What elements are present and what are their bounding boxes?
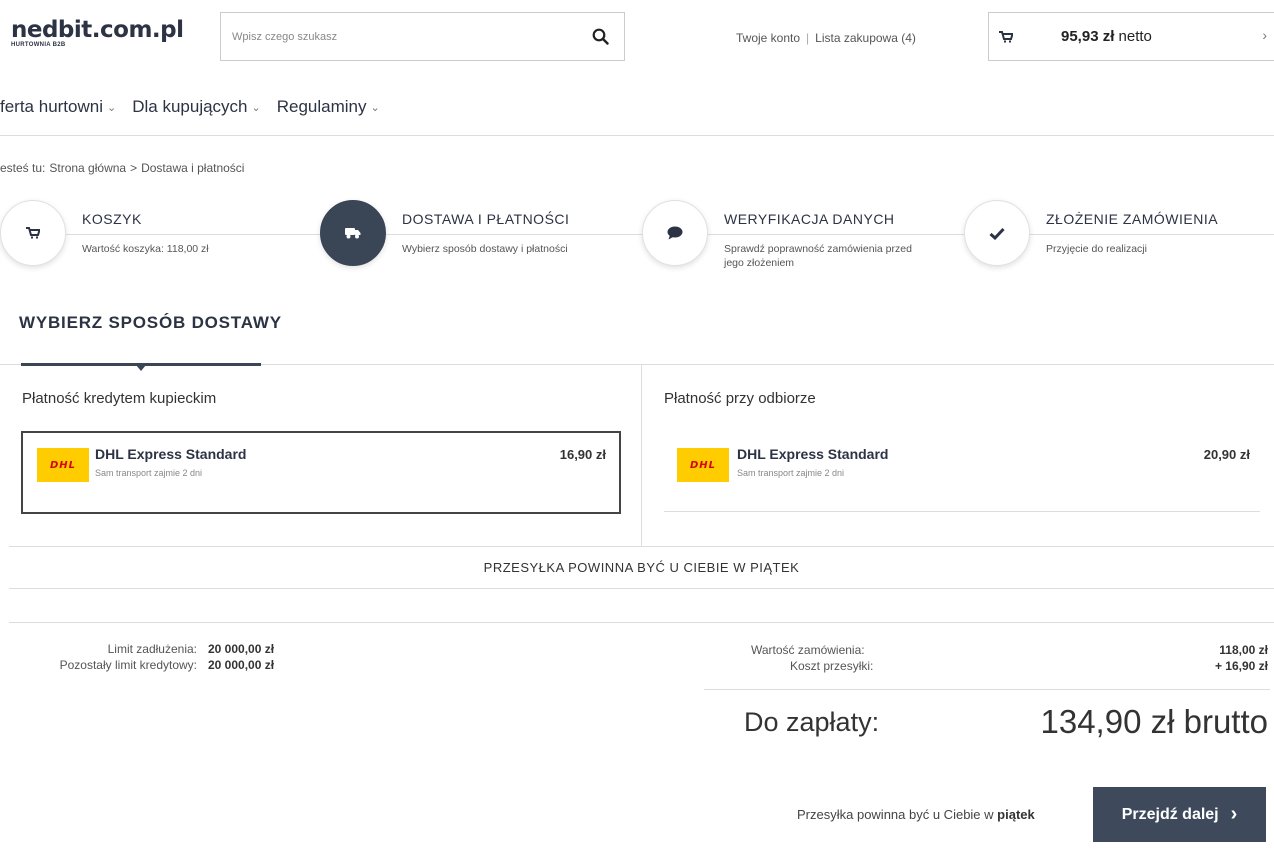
truck-icon	[345, 228, 361, 239]
limit-value: 20 000,00 zł	[208, 642, 275, 656]
logo-text: nedbit.com.pl	[11, 17, 184, 43]
dhl-logo-text: DHL	[49, 459, 77, 471]
breadcrumb-separator: >	[130, 161, 138, 175]
search-box	[220, 12, 625, 61]
step-description: Przyjęcie do realizacji	[1046, 243, 1147, 255]
step-description: Sprawdź poprawność zamówienia przed jego…	[724, 243, 912, 269]
limit-label: Pozostały limit kredytowy:	[59, 658, 197, 672]
chevron-down-icon: ⌄	[370, 101, 380, 114]
nav-item-buyers[interactable]: Dla kupujących ⌄	[132, 97, 261, 117]
delivery-option-time: Sam transport zajmie 2 dni	[737, 468, 845, 478]
nav-item-label: Regulaminy	[276, 97, 367, 116]
main-nav: ferta hurtowni ⌄ Dla kupujących ⌄ Regulami…	[0, 97, 380, 117]
total-label: Do zapłaty:	[744, 707, 880, 737]
delivery-option-price: 20,90 zł	[1203, 447, 1250, 462]
divider	[664, 511, 1260, 512]
delivery-option-time: Sam transport zajmie 2 dni	[95, 468, 203, 478]
delivery-option-selected[interactable]: DHL DHL Express Standard Sam transport z…	[21, 431, 621, 514]
cart-summary[interactable]: 95,93 zł netto ›	[988, 12, 1274, 61]
chevron-right-icon: ›	[1262, 27, 1267, 43]
section-title: WYBIERZ SPOSÓB DOSTAWY	[19, 313, 282, 332]
step-circle-active	[320, 200, 386, 266]
nav-item-regulations[interactable]: Regulaminy ⌄	[277, 97, 380, 117]
breadcrumb-prefix: esteś tu:	[0, 161, 46, 175]
dhl-logo-text: DHL	[689, 459, 717, 471]
cart-amount-suffix: netto	[1114, 28, 1152, 45]
cart-amount: 95,93 zł netto	[1061, 28, 1152, 45]
check-icon	[989, 227, 1005, 240]
delivery-note: Przesyłka powinna być u Ciebie w piątek	[797, 807, 1035, 822]
total-amount: 134,90 zł brutto	[1040, 703, 1269, 740]
limit-label: Limit zadłużenia:	[107, 642, 197, 656]
step-title: KOSZYK	[82, 211, 142, 227]
proceed-button[interactable]: Przejdź dalej ›	[1093, 787, 1266, 842]
tab-notch-icon	[136, 365, 146, 371]
shipping-cost: + 16,90 zł	[1214, 659, 1268, 673]
limit-row: Limit zadłużenia: 20 000,00 zł	[0, 642, 274, 658]
search-input[interactable]	[221, 13, 576, 60]
step-title: ZŁOŻENIE ZAMÓWIENIA	[1046, 211, 1219, 227]
step-circle	[964, 200, 1030, 266]
step-title: WERYFIKACJA DANYCH	[724, 211, 895, 227]
delivery-option-price: 16,90 zł	[559, 447, 606, 462]
delivery-option-name: DHL Express Standard	[95, 446, 247, 462]
breadcrumb-current: Dostawa i płatności	[141, 161, 245, 175]
site-logo[interactable]: nedbit.com.pl HURTOWNIA B2B	[11, 18, 184, 48]
chat-icon	[667, 226, 683, 240]
step-description: Wartość koszyka: 118,00 zł	[82, 243, 209, 255]
delivery-option-name: DHL Express Standard	[737, 446, 889, 462]
chevron-down-icon: ⌄	[107, 101, 117, 114]
dhl-logo: DHL	[37, 448, 89, 482]
top-links: Twoje konto | Lista zakupowa (4)	[736, 31, 916, 45]
credit-limits: Limit zadłużenia: 20 000,00 zł Pozostały …	[0, 642, 274, 674]
proceed-button-label: Przejdź dalej	[1121, 805, 1219, 823]
steps-connector	[0, 234, 1274, 235]
step-description: Wybierz sposób dostawy i płatności	[402, 243, 568, 255]
payment-method-cod[interactable]: Płatność przy odbiorze	[664, 390, 816, 407]
dhl-logo: DHL	[677, 448, 729, 482]
breadcrumb: esteś tu: Strona główna > Dostawa i płat…	[0, 161, 244, 175]
cart-icon	[26, 227, 40, 239]
search-button[interactable]	[576, 13, 624, 60]
step-circle	[0, 200, 66, 266]
order-value-label: Wartość zamówienia:	[751, 643, 865, 657]
shopping-list-link[interactable]: Lista zakupowa (4)	[815, 31, 916, 45]
limit-value: 20 000,00 zł	[208, 658, 275, 672]
chevron-down-icon: ⌄	[251, 101, 261, 114]
account-link[interactable]: Twoje konto	[736, 31, 800, 45]
delivery-note-day: piątek	[997, 807, 1035, 822]
order-value: 118,00 zł	[1219, 643, 1268, 657]
breadcrumb-home[interactable]: Strona główna	[49, 161, 126, 175]
search-icon	[592, 28, 609, 45]
link-separator: |	[806, 31, 810, 45]
nav-item-label: ferta hurtowni	[0, 97, 103, 116]
column-divider	[641, 365, 642, 546]
chevron-right-icon: ›	[1230, 803, 1238, 825]
divider	[0, 135, 1274, 136]
divider	[9, 622, 1274, 623]
divider	[704, 689, 1270, 690]
limit-row: Pozostały limit kredytowy: 20 000,00 zł	[0, 658, 274, 674]
delivery-option[interactable]: DHL DHL Express Standard Sam transport z…	[664, 431, 1260, 511]
cart-amount-value: 95,93 zł	[1061, 28, 1115, 45]
step-circle	[642, 200, 708, 266]
delivery-note-text: Przesyłka powinna być u Ciebie w	[797, 807, 998, 822]
step-title: DOSTAWA I PŁATNOŚCI	[402, 211, 570, 227]
nav-item-label: Dla kupujących	[132, 97, 248, 116]
payment-method-credit[interactable]: Płatność kredytem kupieckim	[22, 390, 216, 407]
nav-item-offer[interactable]: ferta hurtowni ⌄	[0, 97, 116, 117]
shipping-cost-label: Koszt przesyłki:	[790, 659, 874, 673]
delivery-estimate-banner: PRZESYŁKA POWINNA BYĆ U CIEBIE W PIĄTEK	[9, 546, 1274, 589]
cart-icon	[999, 30, 1039, 43]
